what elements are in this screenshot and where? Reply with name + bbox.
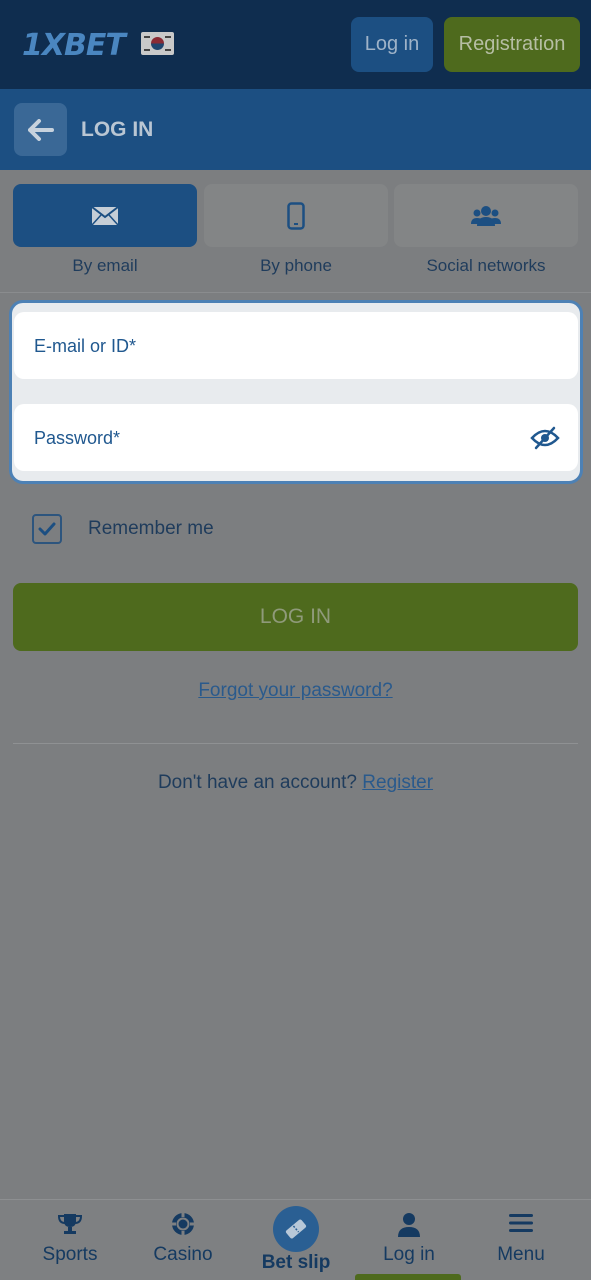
email-placeholder: E-mail or ID* <box>34 336 137 356</box>
email-field[interactable]: E-mail or ID* <box>14 312 578 379</box>
bet-slip-button[interactable] <box>273 1206 319 1252</box>
divider <box>0 292 591 293</box>
korea-flag-icon[interactable] <box>141 32 174 55</box>
nav-label-casino: Casino <box>153 1244 213 1265</box>
nav-login[interactable]: Log in <box>353 1200 465 1280</box>
register-link[interactable]: Register <box>362 772 433 793</box>
nav-label-menu: Menu <box>497 1244 545 1265</box>
register-prompt: Don't have an account? Register <box>0 772 591 794</box>
nav-label-sports: Sports <box>42 1244 98 1265</box>
casino-chip-icon <box>172 1213 194 1235</box>
back-button[interactable] <box>14 103 67 156</box>
phone-icon <box>287 201 305 230</box>
remember-me-label: Remember me <box>88 518 214 539</box>
nav-label-login: Log in <box>383 1244 435 1265</box>
hamburger-icon <box>509 1214 533 1232</box>
users-icon <box>471 205 501 226</box>
user-icon <box>398 1213 420 1237</box>
ticket-icon <box>285 1219 307 1239</box>
nav-casino[interactable]: Casino <box>127 1200 239 1280</box>
page-header: LOG IN <box>0 89 591 170</box>
page-title: LOG IN <box>81 118 154 141</box>
header-login-button[interactable]: Log in <box>351 17 433 72</box>
remember-me-checkbox[interactable] <box>32 514 62 544</box>
no-account-text: Don't have an account? <box>157 772 357 793</box>
nav-label-bet-slip[interactable]: Bet slip <box>236 1252 356 1274</box>
trophy-icon <box>57 1214 83 1234</box>
tab-label-social: Social networks <box>426 256 546 275</box>
divider <box>13 743 578 744</box>
nav-sports[interactable]: Sports <box>14 1200 126 1280</box>
top-header: 1XBET Log in Registration <box>0 0 591 89</box>
login-submit-button[interactable]: LOG IN <box>13 583 578 651</box>
password-placeholder: Password* <box>34 428 121 448</box>
tab-social-networks[interactable] <box>394 184 578 247</box>
registration-button[interactable]: Registration <box>444 17 580 72</box>
envelope-icon <box>91 205 119 226</box>
forgot-password-link[interactable]: Forgot your password? <box>0 680 591 702</box>
nav-menu[interactable]: Menu <box>465 1200 577 1280</box>
arrow-left-icon <box>27 118 54 141</box>
brand-logo[interactable]: 1XBET <box>22 28 126 63</box>
active-tab-indicator <box>355 1274 461 1280</box>
checkmark-icon <box>38 522 56 536</box>
tab-by-phone[interactable] <box>204 184 388 247</box>
password-field[interactable]: Password* <box>14 404 578 471</box>
tab-label-email: By email <box>72 256 138 275</box>
tab-label-phone: By phone <box>260 256 332 275</box>
eye-hidden-icon[interactable] <box>530 426 560 450</box>
tab-by-email[interactable] <box>13 184 197 247</box>
